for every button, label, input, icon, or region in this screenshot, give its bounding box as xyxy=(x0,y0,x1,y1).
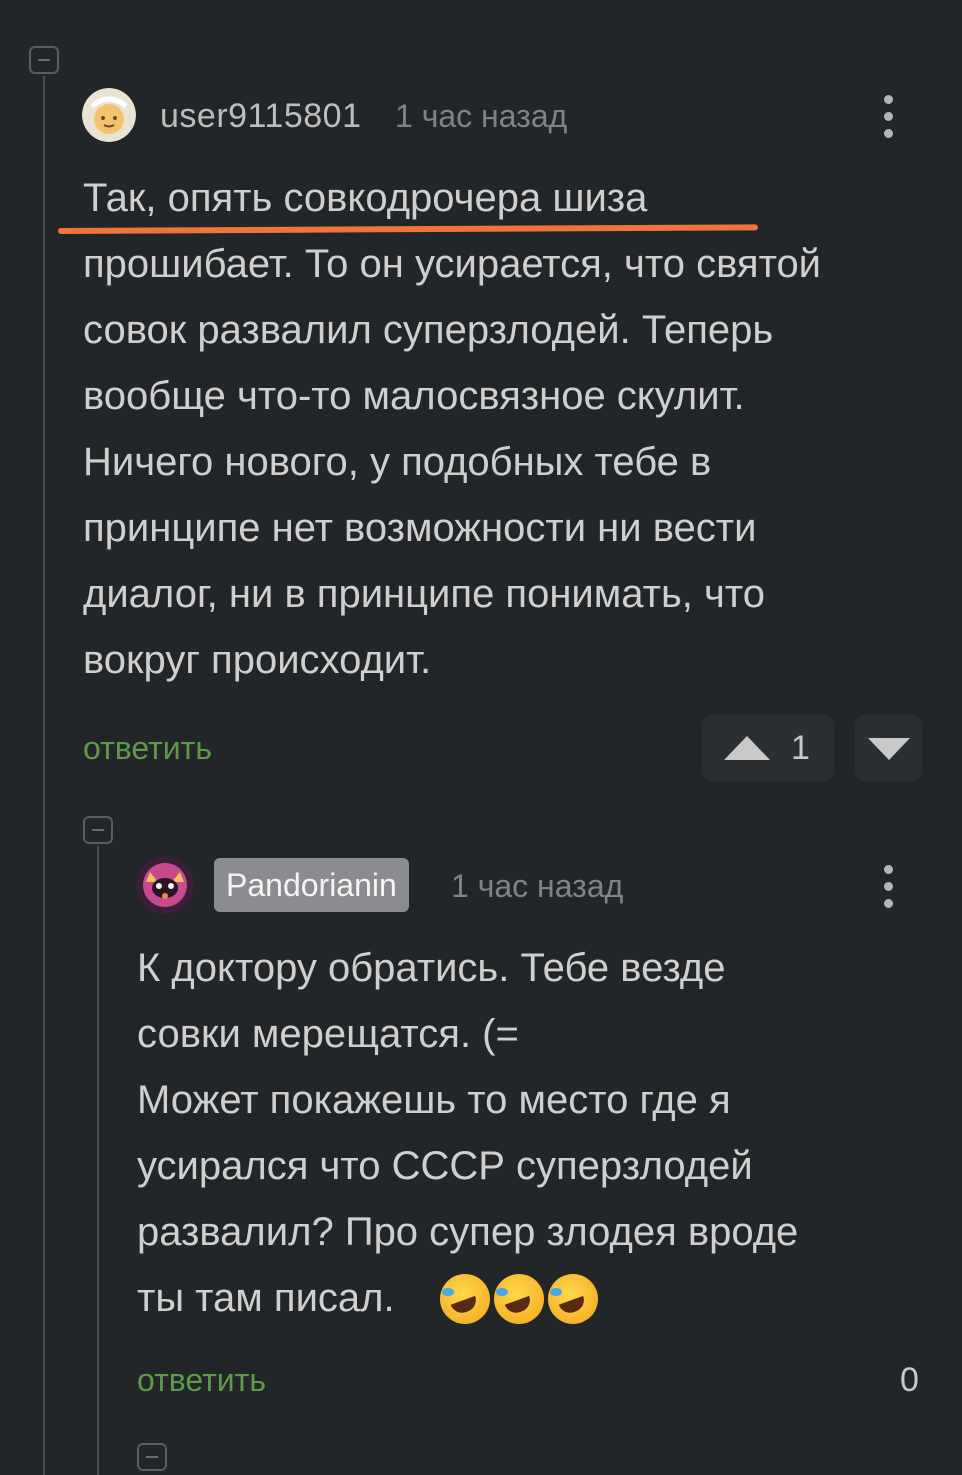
downvote-button[interactable] xyxy=(855,715,922,781)
reply-link[interactable]: ответить xyxy=(137,1364,266,1396)
reply-link[interactable]: ответить xyxy=(83,732,212,764)
avatar[interactable] xyxy=(136,856,194,914)
rolling-on-floor-laughing-icon xyxy=(440,1274,490,1324)
more-options-icon[interactable] xyxy=(879,92,899,142)
comment-author[interactable]: user9115801 xyxy=(160,99,361,133)
arrow-up-icon xyxy=(724,736,770,760)
rolling-on-floor-laughing-icon xyxy=(494,1274,544,1324)
collapse-reply-button[interactable] xyxy=(83,816,113,844)
avatar-image-icon xyxy=(136,856,194,914)
collapse-thread-button[interactable] xyxy=(29,46,59,74)
upvote-button[interactable]: 1 xyxy=(702,715,834,781)
comment-time: 1 час назад xyxy=(395,98,568,134)
comment-text-last-line: ты там писал. xyxy=(137,1276,395,1320)
avatar[interactable] xyxy=(82,88,136,142)
rolling-on-floor-laughing-icon xyxy=(548,1274,598,1324)
more-options-icon[interactable] xyxy=(879,862,899,912)
emoji-row xyxy=(440,1274,598,1324)
vote-score: 0 xyxy=(900,1361,919,1399)
vote-score: 1 xyxy=(791,729,810,767)
comment-time: 1 час назад xyxy=(451,868,624,904)
comment-text: прошибает. То он усирается, что святой с… xyxy=(83,242,822,682)
comment-text-first-line: Так, опять совкодрочера шиза xyxy=(83,176,648,220)
collapse-subreply-button[interactable] xyxy=(137,1443,167,1471)
thread-line-reply xyxy=(97,846,99,1475)
comment-author-badge[interactable]: Pandorianin xyxy=(214,858,409,912)
avatar-image-icon xyxy=(82,88,136,142)
arrow-down-icon xyxy=(868,738,910,760)
thread-line-root xyxy=(43,76,45,1475)
comment-text: К доктору обратись. Тебе везде совки мер… xyxy=(137,946,799,1254)
